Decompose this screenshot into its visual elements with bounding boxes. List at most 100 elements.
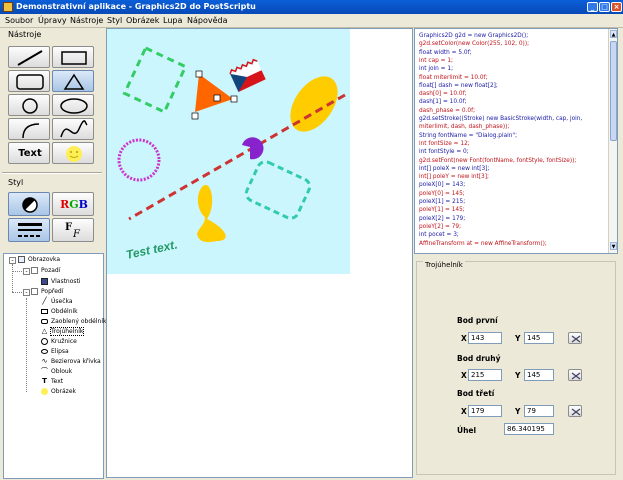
tree-item-text[interactable]: T Text xyxy=(41,377,63,387)
tree-item-trojuhelnik[interactable]: △ Trojúhelník xyxy=(41,327,85,337)
code-line: poleY[1] = 145; xyxy=(419,207,465,214)
ellipse-icon xyxy=(41,349,48,354)
selection-handle[interactable] xyxy=(195,70,203,78)
object-tree[interactable]: - - - Obrazovka Pozadí Vlastnosti Popřed… xyxy=(3,253,106,479)
tool-rounded-rectangle-button[interactable] xyxy=(8,70,50,92)
selection-handle[interactable] xyxy=(191,112,199,120)
close-button[interactable]: × xyxy=(611,2,622,12)
maximize-button[interactable]: □ xyxy=(599,2,610,12)
arc-icon: ⌒ xyxy=(41,367,48,375)
layer-icon xyxy=(31,288,38,295)
menu-styl[interactable]: Styl xyxy=(107,16,122,25)
tree-item-kruznice[interactable]: Kružnice xyxy=(41,337,77,347)
code-line: dash_phase = 0.0f; xyxy=(419,107,476,114)
tree-item-bezier[interactable]: ∿ Bezierova křivka xyxy=(41,357,101,367)
menu-upravy[interactable]: Úpravy xyxy=(38,16,67,25)
tool-line-button[interactable] xyxy=(8,46,50,68)
rounded-rectangle-shape xyxy=(244,160,312,220)
selection-handle[interactable] xyxy=(230,95,238,103)
rectangle-icon xyxy=(41,309,48,314)
layer-icon xyxy=(31,267,38,274)
menu-napoveda[interactable]: Nápověda xyxy=(187,16,228,25)
properties-panel: Trojúhelník Bod první X 143 Y 145 Bod dr… xyxy=(414,257,618,477)
app-icon xyxy=(3,2,13,12)
scroll-thumb[interactable] xyxy=(610,41,617,141)
font-label-large: F xyxy=(65,222,73,233)
tree-item-vlastnosti[interactable]: Vlastnosti xyxy=(41,277,81,287)
tree-item-popredi[interactable]: Popředí xyxy=(31,287,63,297)
code-line: int pocet = 3; xyxy=(419,232,459,239)
tool-circle-button[interactable] xyxy=(8,94,50,116)
point1-label: Bod první xyxy=(457,316,498,325)
tool-image-button[interactable] xyxy=(52,142,94,164)
tree-item-zaobleny-obdelnik[interactable]: Zaoblený obdélník xyxy=(41,317,106,327)
tree-item-pozadi[interactable]: Pozadí xyxy=(31,266,60,276)
bezier-curve-icon xyxy=(60,120,88,138)
tool-bezier-button[interactable] xyxy=(52,118,94,140)
code-line: g2d.setStroke((Stroke) new BasicStroke(w… xyxy=(419,116,583,122)
menu-nastroje[interactable]: Nástroje xyxy=(70,16,103,25)
menu-soubor[interactable]: Soubor xyxy=(5,16,33,25)
expander-obrazovka[interactable]: - xyxy=(9,257,16,264)
tree-item-obrazek[interactable]: Obrázek xyxy=(41,387,76,397)
code-line: dash[1] = 10.0f; xyxy=(419,99,467,106)
tool-rectangle-button[interactable] xyxy=(52,46,94,68)
menu-lupa[interactable]: Lupa xyxy=(163,16,182,25)
menu-obrazek[interactable]: Obrázek xyxy=(126,16,159,25)
point2-x-input[interactable]: 215 xyxy=(468,369,502,381)
point2-label: Bod druhý xyxy=(457,354,501,363)
canvas-shapes: Test text. xyxy=(117,46,346,262)
tool-ellipse-button[interactable] xyxy=(52,94,94,116)
point3-x-input[interactable]: 179 xyxy=(468,405,502,417)
tool-text-label: Text xyxy=(18,148,42,159)
expander-pozadi[interactable]: - xyxy=(23,268,30,275)
crosshair-icon xyxy=(571,335,581,343)
point1-x-input[interactable]: 143 xyxy=(468,332,502,344)
title-bar[interactable]: Demonstrativní aplikace - Graphics2D do … xyxy=(0,0,623,14)
menu-bar: Soubor Úpravy Nástroje Styl Obrázek Lupa… xyxy=(0,14,623,28)
circle-shape xyxy=(117,138,161,182)
window-title: Demonstrativní aplikace - Graphics2D do … xyxy=(16,2,256,11)
style-color-button[interactable]: RGB xyxy=(52,192,94,216)
code-line: poleY[0] = 145; xyxy=(419,190,465,197)
point1-y-input[interactable]: 145 xyxy=(524,332,554,344)
tool-text-button[interactable]: Text xyxy=(8,142,50,164)
selection-handle[interactable] xyxy=(213,94,221,102)
point3-y-input[interactable]: 79 xyxy=(524,405,554,417)
expander-popredi[interactable]: - xyxy=(23,289,30,296)
tree-item-elipsa[interactable]: Elipsa xyxy=(41,347,69,357)
scroll-down-icon[interactable]: ▼ xyxy=(610,242,617,250)
tree-item-oblouk[interactable]: ⌒ Oblouk xyxy=(41,367,72,377)
code-view[interactable]: Graphics2D g2d = new Graphics2D(); g2d.se… xyxy=(414,28,618,254)
point2-y-input[interactable]: 145 xyxy=(524,369,554,381)
tree-item-obrazovka[interactable]: Obrazovka xyxy=(18,255,60,265)
point1-pick-button[interactable] xyxy=(568,332,582,344)
style-stroke-button[interactable] xyxy=(8,218,50,242)
ellipse-shape xyxy=(290,76,338,132)
flag-image xyxy=(229,58,266,92)
tool-triangle-button[interactable] xyxy=(52,70,94,92)
font-label-italic: F xyxy=(73,229,80,240)
tool-arc-button[interactable] xyxy=(8,118,50,140)
code-scrollbar[interactable]: ▲ ▼ xyxy=(608,29,617,253)
point2-pick-button[interactable] xyxy=(568,369,582,381)
style-font-button[interactable]: F F xyxy=(52,218,94,242)
line-style-icon xyxy=(18,223,42,237)
rgb-label: RGB xyxy=(60,198,88,211)
minimize-button[interactable]: _ xyxy=(587,2,598,12)
tree-item-obdelnik[interactable]: Obdélník xyxy=(41,307,78,317)
code-line: poleY[2] = 79; xyxy=(419,223,462,230)
angle-input[interactable]: 86.340195 xyxy=(504,423,554,435)
code-line: dash[0] = 10.0f; xyxy=(419,91,467,98)
triangle-icon: △ xyxy=(41,327,48,335)
properties-icon xyxy=(41,278,48,285)
scroll-up-icon[interactable]: ▲ xyxy=(610,30,617,38)
drawing-area[interactable]: Test text. xyxy=(106,28,413,478)
style-box: RGB F F xyxy=(6,190,100,246)
tree-item-usecka[interactable]: ╱ Úsečka xyxy=(41,297,72,307)
drawing-canvas[interactable]: Test text. xyxy=(107,29,350,274)
style-fill-button[interactable] xyxy=(8,192,50,216)
point3-x-label: X xyxy=(461,407,467,416)
point3-pick-button[interactable] xyxy=(568,405,582,417)
rounded-rectangle-icon xyxy=(16,74,44,90)
